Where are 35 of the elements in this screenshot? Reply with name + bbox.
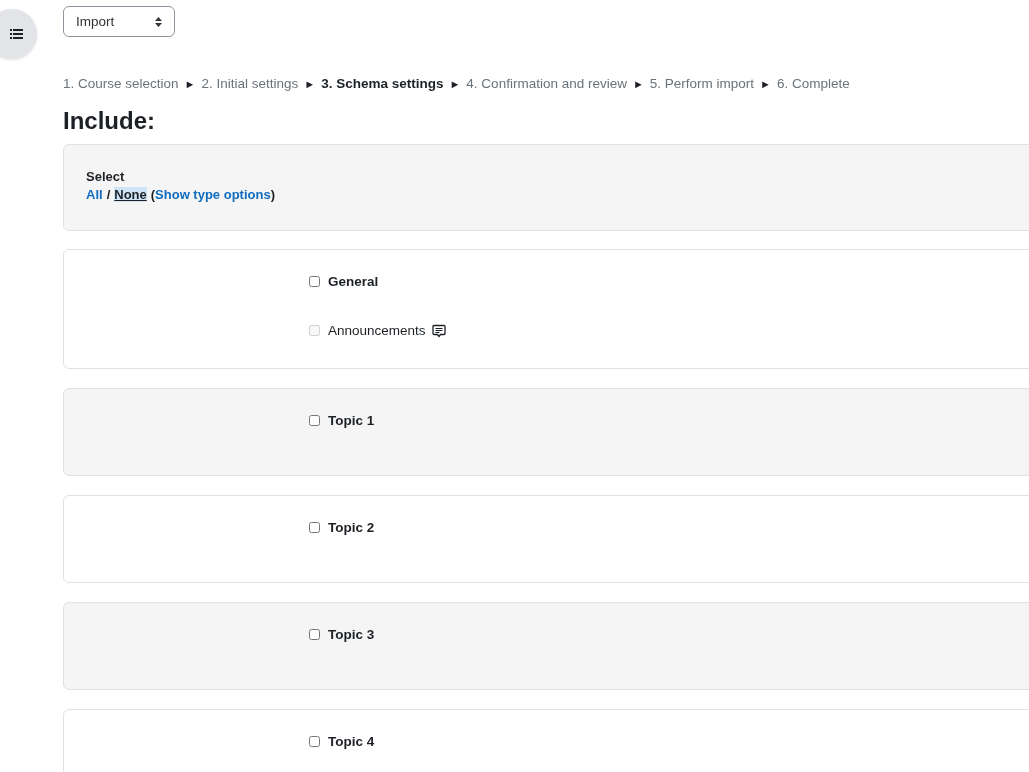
progress-step: 5. Perform import	[649, 76, 755, 93]
section-checkbox[interactable]	[309, 415, 320, 426]
step-separator: ►	[449, 77, 461, 92]
section-title: General	[328, 274, 379, 289]
sort-arrows-icon	[155, 16, 162, 27]
section-checkbox[interactable]	[309, 276, 320, 287]
select-all-link[interactable]: All	[86, 187, 103, 202]
progress-step: 1. Course selection	[63, 76, 179, 93]
step-separator: ►	[632, 77, 644, 92]
section-title: Topic 3	[328, 627, 375, 642]
chat-bubble-icon	[431, 323, 446, 338]
list-icon	[10, 29, 23, 39]
step-separator: ►	[760, 77, 771, 92]
import-dropdown[interactable]: Import	[63, 6, 175, 37]
progress-step: 3. Schema settings	[321, 76, 444, 93]
step-separator: ►	[184, 77, 196, 92]
section-title: Topic 1	[328, 413, 375, 428]
section-checkbox[interactable]	[309, 629, 320, 640]
sidebar-toggle-button[interactable]	[0, 9, 37, 59]
progress-step: 2. Initial settings	[201, 76, 299, 93]
show-type-options-link[interactable]: Show type options	[155, 187, 271, 202]
section-title: Topic 2	[328, 520, 375, 535]
close-paren: )	[270, 187, 275, 202]
open-paren: (	[150, 187, 156, 202]
select-label: Select	[86, 169, 126, 184]
select-none-link[interactable]: None	[114, 187, 147, 202]
section-title: Topic 4	[328, 734, 375, 749]
section-checkbox[interactable]	[309, 522, 320, 533]
progress-step: 4. Confirmation and review	[466, 76, 627, 93]
step-separator: ►	[304, 77, 316, 92]
activity-label: Announcements	[328, 323, 426, 338]
progress-step: 6. Complete	[777, 76, 850, 93]
section-checkbox[interactable]	[309, 736, 320, 747]
slash-separator: /	[106, 187, 111, 202]
section-heading: Include:	[63, 107, 156, 135]
